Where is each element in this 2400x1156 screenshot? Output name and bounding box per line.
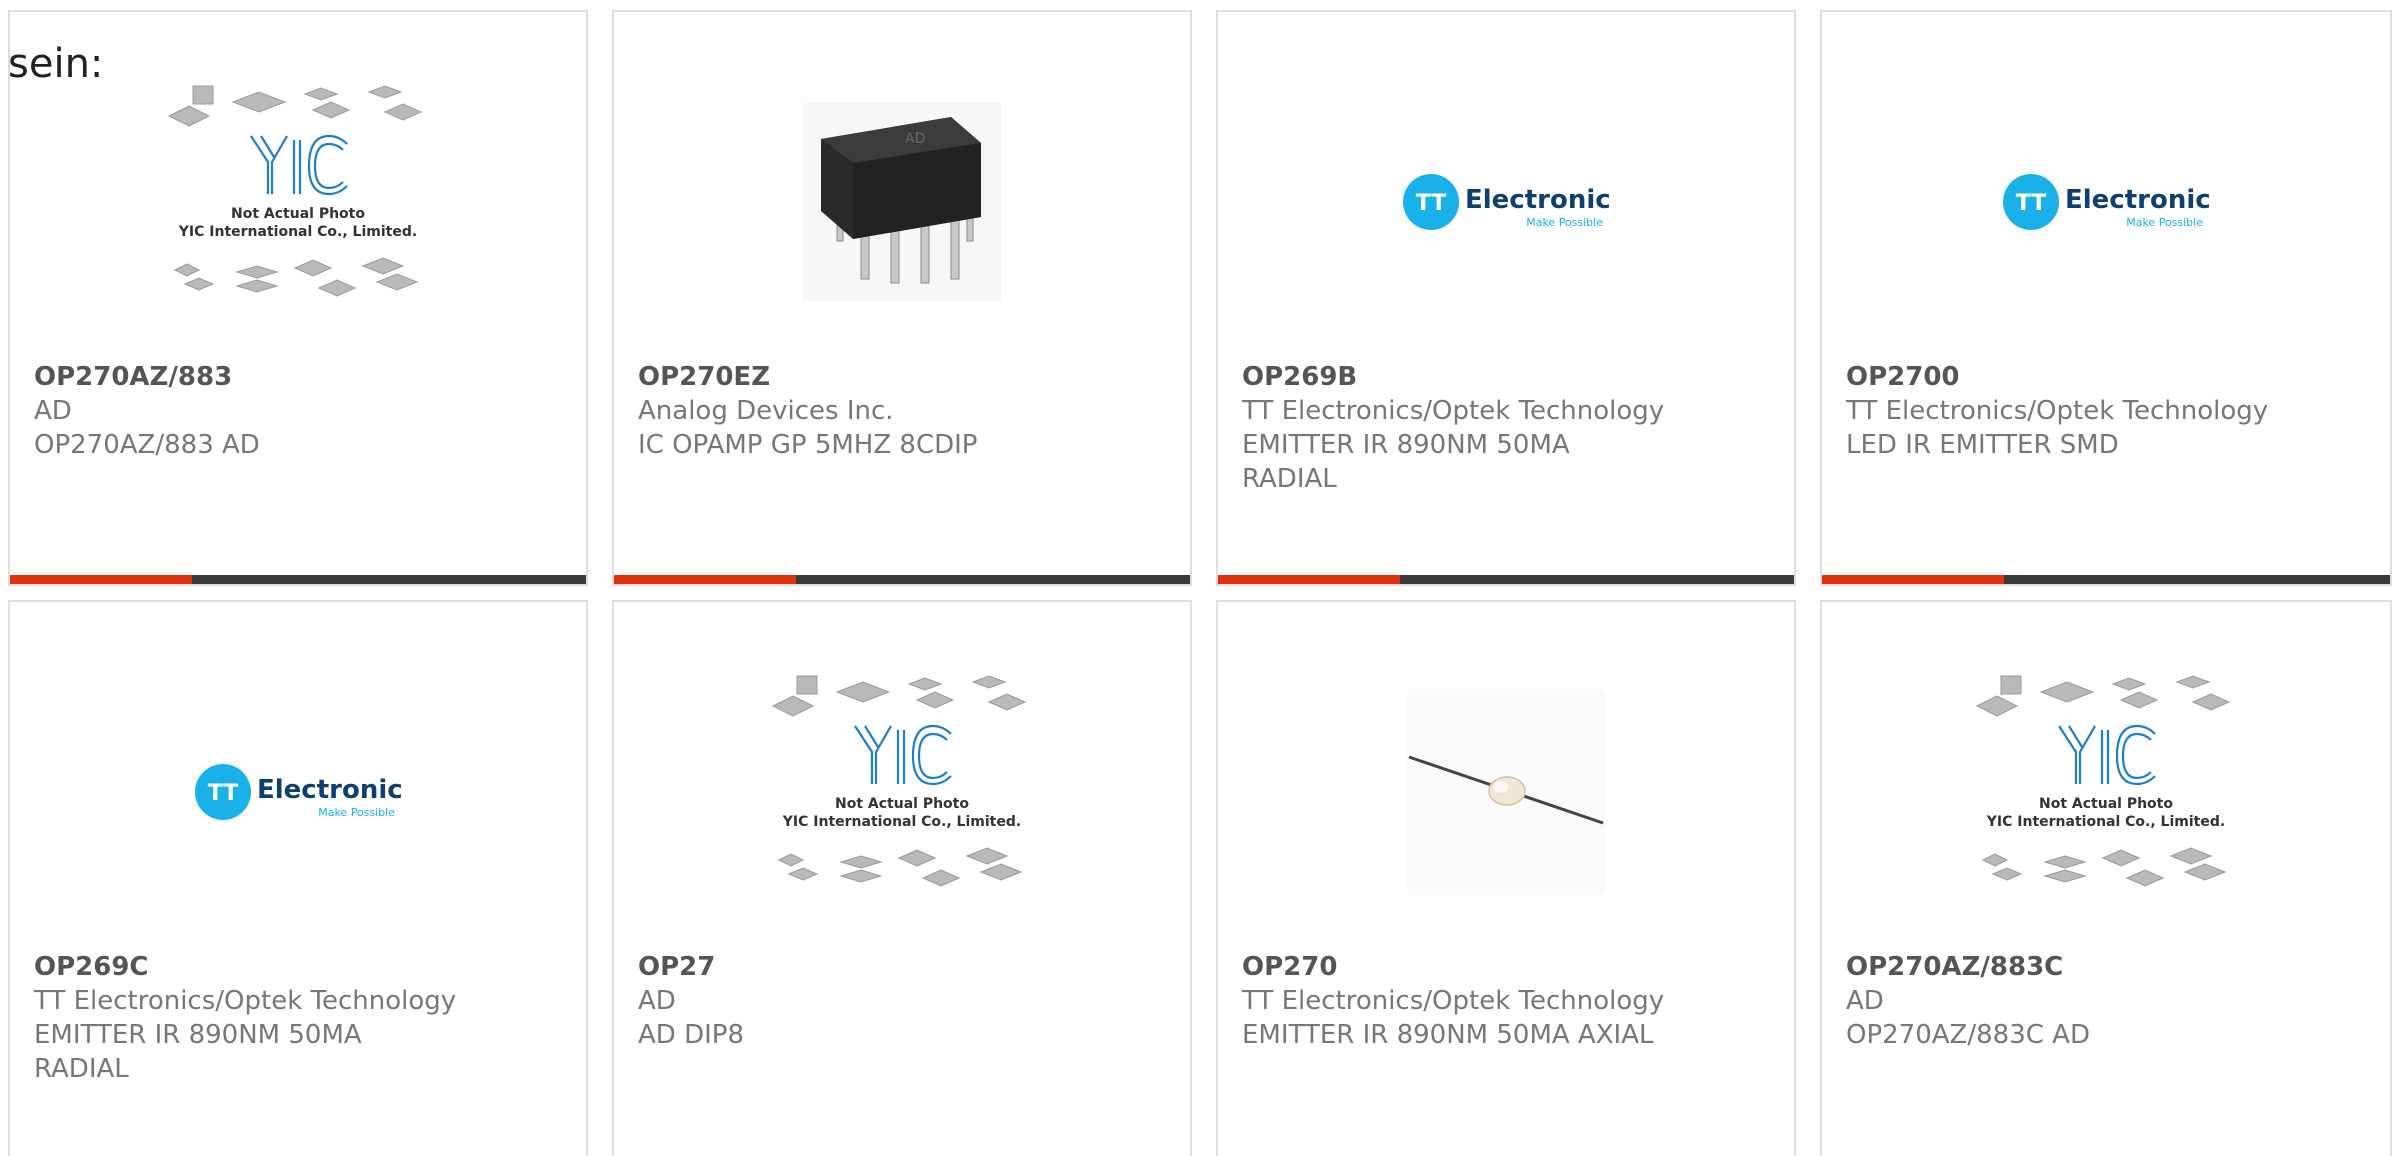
card-bar-accent bbox=[1218, 575, 1400, 584]
tt-logo-name: Electronics bbox=[1465, 185, 1611, 215]
part-number[interactable]: OP269B bbox=[1242, 360, 1762, 394]
part-number[interactable]: OP270AZ/883 bbox=[34, 360, 554, 394]
part-number[interactable]: OP270EZ bbox=[638, 360, 1158, 394]
chip-marking: AD bbox=[905, 131, 925, 147]
product-image[interactable]: Not Actual Photo YIC International Co., … bbox=[10, 52, 586, 352]
placeholder-caption-2: YIC International Co., Limited. bbox=[178, 224, 417, 240]
description: EMITTER IR 890NM 50MA AXIAL bbox=[1242, 1020, 1654, 1050]
part-number[interactable]: OP270AZ/883C bbox=[1846, 950, 2366, 984]
description: IC OPAMP GP 5MHZ 8CDIP bbox=[638, 430, 978, 460]
description: RADIAL bbox=[34, 1054, 129, 1084]
axial-emitter-image bbox=[1407, 693, 1605, 891]
product-card[interactable]: AD OP270EZ Analog Devices Inc. IC OPAMP … bbox=[612, 10, 1192, 586]
description: RADIAL bbox=[1242, 464, 1337, 494]
tt-electronics-logo: TT Electronics Make Possible bbox=[195, 764, 403, 820]
part-number[interactable]: OP27 bbox=[638, 950, 1158, 984]
card-bar bbox=[614, 575, 1190, 584]
manufacturer: AD bbox=[1846, 986, 1884, 1016]
description: OP270AZ/883 AD bbox=[34, 430, 260, 460]
card-bar-accent bbox=[1822, 575, 2004, 584]
part-number[interactable]: OP2700 bbox=[1846, 360, 2366, 394]
manufacturer: TT Electronics/Optek Technology bbox=[34, 986, 457, 1016]
manufacturer: Analog Devices Inc. bbox=[638, 396, 894, 426]
product-grid: Not Actual Photo YIC International Co., … bbox=[0, 0, 2400, 1156]
description: LED IR EMITTER SMD bbox=[1846, 430, 2119, 460]
placeholder-image: Not Actual Photo YIC International Co., … bbox=[771, 675, 1027, 887]
placeholder-caption-1: Not Actual Photo bbox=[2039, 796, 2173, 812]
manufacturer: TT Electronics/Optek Technology bbox=[1242, 986, 1665, 1016]
product-image[interactable]: Not Actual Photo YIC International Co., … bbox=[614, 642, 1190, 942]
manufacturer: AD bbox=[34, 396, 72, 426]
placeholder-image: Not Actual Photo YIC International Co., … bbox=[1975, 675, 2231, 887]
description: OP270AZ/883C AD bbox=[1846, 1020, 2090, 1050]
description: EMITTER IR 890NM 50MA bbox=[34, 1020, 362, 1050]
tt-logo-mark: TT bbox=[1416, 191, 1447, 216]
product-image[interactable]: AD bbox=[614, 52, 1190, 352]
manufacturer: TT Electronics/Optek Technology bbox=[1846, 396, 2269, 426]
placeholder-caption-1: Not Actual Photo bbox=[835, 796, 969, 812]
description: AD DIP8 bbox=[638, 1020, 744, 1050]
tt-logo-tagline: Make Possible bbox=[2126, 216, 2203, 229]
product-image[interactable]: TT Electronics Make Possible bbox=[1822, 52, 2390, 352]
product-image[interactable]: TT Electronics Make Possible bbox=[10, 642, 586, 942]
tt-electronics-logo: TT Electronics Make Possible bbox=[2003, 174, 2211, 230]
tt-logo-tagline: Make Possible bbox=[1526, 216, 1603, 229]
product-card[interactable]: TT Electronics Make Possible OP269C TT E… bbox=[8, 600, 588, 1156]
product-card[interactable]: OP270 TT Electronics/Optek Technology EM… bbox=[1216, 600, 1796, 1156]
placeholder-image: Not Actual Photo YIC International Co., … bbox=[167, 85, 423, 297]
placeholder-caption-2: YIC International Co., Limited. bbox=[782, 814, 1021, 830]
product-image[interactable]: TT Electronics Make Possible bbox=[1218, 52, 1794, 352]
card-bar bbox=[1218, 575, 1794, 584]
card-bar bbox=[10, 575, 586, 584]
tt-logo-name: Electronics bbox=[257, 775, 403, 805]
product-card[interactable]: Not Actual Photo YIC International Co., … bbox=[8, 10, 588, 586]
card-bar bbox=[1822, 575, 2390, 584]
placeholder-caption-2: YIC International Co., Limited. bbox=[1986, 814, 2225, 830]
tt-logo-tagline: Make Possible bbox=[318, 806, 395, 819]
manufacturer: TT Electronics/Optek Technology bbox=[1242, 396, 1665, 426]
dip-chip-image: AD bbox=[803, 103, 1001, 301]
tt-logo-mark: TT bbox=[208, 781, 239, 806]
part-number[interactable]: OP269C bbox=[34, 950, 554, 984]
tt-electronics-logo: TT Electronics Make Possible bbox=[1403, 174, 1611, 230]
product-card[interactable]: TT Electronics Make Possible OP269B TT E… bbox=[1216, 10, 1796, 586]
card-bar-accent bbox=[10, 575, 192, 584]
product-card[interactable]: TT Electronics Make Possible OP2700 TT E… bbox=[1820, 10, 2392, 586]
description: EMITTER IR 890NM 50MA bbox=[1242, 430, 1570, 460]
product-image[interactable]: Not Actual Photo YIC International Co., … bbox=[1822, 642, 2390, 942]
tt-logo-mark: TT bbox=[2016, 191, 2047, 216]
product-image[interactable] bbox=[1218, 642, 1794, 942]
card-bar-accent bbox=[614, 575, 796, 584]
placeholder-caption-1: Not Actual Photo bbox=[231, 206, 365, 222]
intro-text: sein: bbox=[8, 41, 104, 87]
manufacturer: AD bbox=[638, 986, 676, 1016]
tt-logo-name: Electronics bbox=[2065, 185, 2211, 215]
part-number[interactable]: OP270 bbox=[1242, 950, 1762, 984]
product-card[interactable]: Not Actual Photo YIC International Co., … bbox=[612, 600, 1192, 1156]
product-card[interactable]: Not Actual Photo YIC International Co., … bbox=[1820, 600, 2392, 1156]
